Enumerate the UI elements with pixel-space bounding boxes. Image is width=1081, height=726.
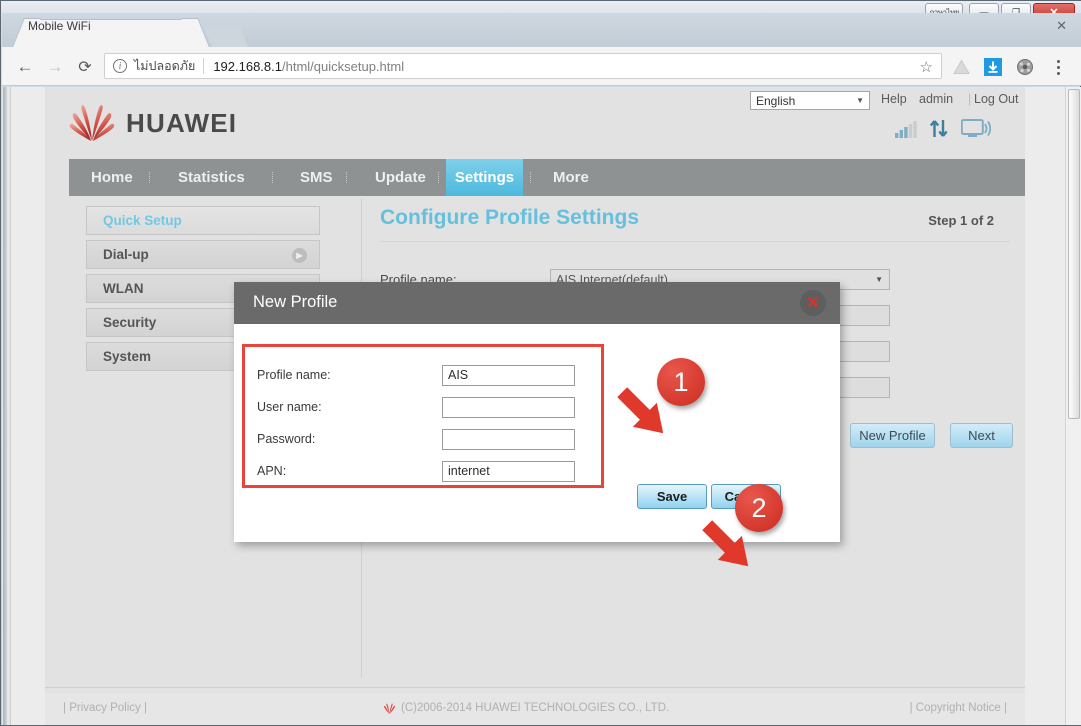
browser-toolbar: ← → ⟳ i ไม่ปลอดภัย 192.168.8.1/html/quic… [2, 47, 1081, 86]
signal-bars-icon [895, 121, 917, 138]
browser-window: ภาษาไทย — ❐ ✕ Mobile WiFi ✕ ← → ⟳ i ไม่ป… [0, 0, 1081, 726]
status-icon-group [895, 119, 991, 138]
header-separator: | [968, 92, 972, 106]
nav-item-home[interactable]: Home [77, 159, 147, 196]
dialog-title: New Profile [253, 293, 338, 311]
step-indicator: Step 1 of 2 [928, 213, 994, 228]
security-status-label: ไม่ปลอดภัย [134, 59, 196, 73]
huawei-flower-logo-icon [69, 105, 115, 141]
privacy-policy-link[interactable]: Privacy Policy [69, 702, 141, 714]
nav-divider [530, 172, 531, 183]
page-scrollbar[interactable] [1065, 87, 1081, 725]
url-path: /html/quicksetup.html [282, 58, 405, 74]
sidebar-item-label: System [103, 349, 152, 364]
annotation-badge-2: 2 [735, 484, 783, 532]
nav-item-sms[interactable]: SMS [286, 159, 347, 196]
logout-link[interactable]: Log Out [974, 92, 1018, 106]
new-tab-button[interactable] [203, 27, 249, 47]
chevron-down-icon: ▼ [856, 96, 864, 105]
forward-icon[interactable]: → [44, 56, 66, 78]
save-button[interactable]: Save [637, 484, 707, 509]
nav-item-statistics[interactable]: Statistics [164, 159, 259, 196]
viewport-left-edge [2, 87, 11, 725]
site-footer: | Privacy Policy | (C)2006-2014 HUAWEI T… [45, 693, 1025, 725]
copyright-text: (C)2006-2014 HUAWEI TECHNOLOGIES CO., LT… [401, 702, 670, 714]
new-profile-button[interactable]: New Profile [850, 423, 935, 448]
privacy-policy-group: | Privacy Policy | [63, 702, 147, 714]
user-name-input[interactable] [442, 396, 575, 418]
nav-divider [272, 172, 273, 183]
sidebar-item-quick-setup[interactable]: Quick Setup [86, 206, 320, 235]
sidebar-item-label: Security [103, 315, 157, 330]
language-select[interactable]: English ▼ [750, 91, 870, 110]
password-input[interactable] [442, 428, 575, 450]
data-transfer-icon [929, 120, 948, 137]
url-host: 192.168.8.1 [213, 58, 282, 74]
footer-bar: | [143, 702, 147, 714]
nav-item-update[interactable]: Update [361, 159, 440, 196]
address-bar[interactable]: i ไม่ปลอดภัย 192.168.8.1/html/quicksetup… [104, 53, 942, 79]
copyright-notice-link[interactable]: Copyright Notice [916, 702, 1001, 714]
apn-input[interactable]: internet [442, 460, 575, 482]
nav-item-more[interactable]: More [539, 159, 603, 196]
main-navigation: Home Statistics SMS Update Settings More [69, 159, 1025, 196]
footer-bar: | [1004, 702, 1007, 714]
profile-name-input[interactable]: AIS [442, 364, 575, 386]
huawei-flower-logo-icon [383, 703, 396, 714]
copyright-notice-group: | Copyright Notice | [910, 702, 1007, 714]
viewport-edge-bar [3, 87, 7, 725]
sidebar-item-label: WLAN [103, 281, 144, 296]
copyright-group: (C)2006-2014 HUAWEI TECHNOLOGIES CO., LT… [383, 702, 669, 714]
tab-title: Mobile WiFi [28, 19, 91, 33]
info-circle-icon[interactable]: i [113, 59, 127, 73]
footer-divider [45, 687, 1025, 688]
nav-divider [149, 172, 150, 183]
footer-bar: | [63, 702, 66, 714]
title-divider [380, 241, 1010, 242]
huawei-logo: HUAWEI [69, 103, 237, 143]
dialog-row-profile-name: Profile name: AIS [245, 359, 607, 391]
back-icon[interactable]: ← [14, 56, 36, 78]
tab-strip: Mobile WiFi ✕ [2, 13, 1081, 47]
extension-icon[interactable] [1014, 56, 1036, 78]
next-button[interactable]: Next [950, 423, 1013, 448]
sidebar-item-label: Dial-up [103, 247, 149, 262]
apn-label: APN: [257, 464, 287, 478]
omnibox-divider [203, 58, 205, 74]
password-label: Password: [257, 432, 316, 446]
language-value: English [756, 93, 796, 108]
bookmark-star-icon[interactable]: ☆ [920, 58, 933, 76]
annotation-badge-1: 1 [657, 358, 705, 406]
dialog-close-icon[interactable]: ✕ [800, 290, 826, 316]
url-text: 192.168.8.1/html/quicksetup.html [213, 59, 404, 74]
tab-close-icon[interactable]: ✕ [1056, 18, 1067, 34]
dialog-row-user-name: User name: [245, 391, 607, 423]
wifi-monitor-icon [961, 119, 991, 137]
dialog-titlebar: New Profile ✕ [234, 282, 840, 324]
nav-divider [346, 172, 347, 183]
dialog-row-apn: APN: internet [245, 455, 607, 487]
page-viewport: HUAWEI English ▼ Help admin | Log Out Ho… [2, 87, 1081, 725]
scrollbar-thumb[interactable] [1068, 89, 1080, 419]
current-user-label: admin [919, 92, 954, 106]
sidebar-item-dial-up[interactable]: Dial-up ▶ [86, 240, 320, 269]
sidebar-item-label: Quick Setup [103, 213, 182, 228]
footer-bar: | [909, 702, 913, 714]
page-title: Configure Profile Settings [380, 206, 640, 229]
download-icon[interactable] [982, 56, 1004, 78]
help-link[interactable]: Help [881, 92, 907, 106]
user-name-label: User name: [257, 400, 322, 414]
dialog-row-password: Password: [245, 423, 607, 455]
brand-text: HUAWEI [126, 107, 238, 138]
form-fields-highlight-box: Profile name: AIS User name: Password: A… [242, 344, 604, 488]
profile-name-label: Profile name: [257, 368, 331, 382]
drive-icon[interactable] [950, 56, 972, 78]
nav-item-settings[interactable]: Settings [446, 159, 523, 196]
chevron-down-icon: ▼ [875, 275, 883, 284]
browser-menu-icon[interactable] [1048, 56, 1068, 78]
site-header: HUAWEI English ▼ Help admin | Log Out [45, 87, 1025, 159]
reload-icon[interactable]: ⟳ [74, 56, 96, 78]
nav-divider [438, 172, 439, 183]
chevron-right-icon: ▶ [292, 248, 307, 263]
